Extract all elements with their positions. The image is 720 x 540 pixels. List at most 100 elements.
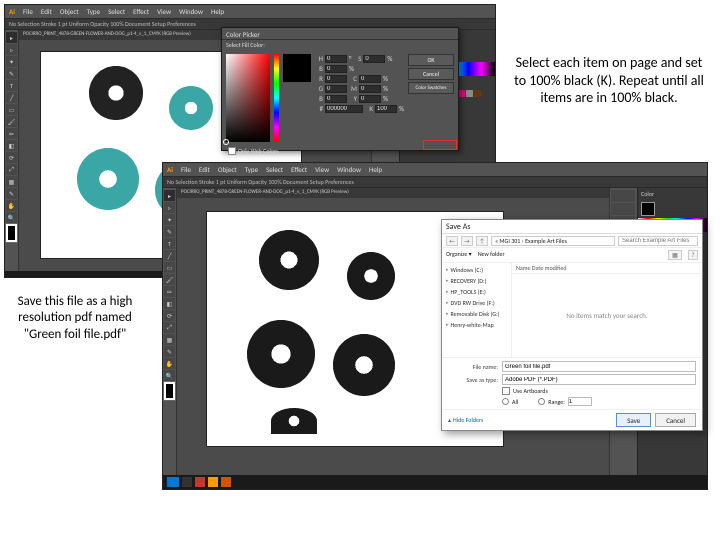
task-icon[interactable]: [195, 477, 205, 487]
panel-icon[interactable]: [611, 190, 635, 202]
menu-select[interactable]: Select: [108, 7, 125, 16]
eraser-tool[interactable]: ◧: [164, 298, 175, 309]
color-field[interactable]: [226, 54, 270, 142]
menu-file[interactable]: File: [23, 7, 33, 16]
sidebar-item[interactable]: ▸RECOVERY (D:): [444, 276, 509, 286]
menubar[interactable]: Ai File Edit Object Type Select Effect V…: [163, 163, 707, 176]
pencil-tool[interactable]: ✏: [164, 286, 175, 297]
picker-r-input[interactable]: [325, 75, 347, 83]
menu-effect[interactable]: Effect: [133, 7, 149, 16]
all-radio[interactable]: [502, 398, 509, 405]
menu-edit[interactable]: Edit: [41, 7, 52, 16]
flower-4[interactable]: [333, 334, 395, 396]
task-icon[interactable]: [182, 477, 192, 487]
range-input[interactable]: [568, 397, 592, 406]
menu-window[interactable]: Window: [179, 7, 203, 16]
new-folder-button[interactable]: New folder: [478, 250, 505, 260]
path-breadcrumb[interactable]: « MGI 301 › Example Art Files: [491, 236, 615, 246]
search-input[interactable]: [618, 236, 698, 246]
cancel-button[interactable]: Cancel: [655, 413, 696, 427]
eyedropper-tool[interactable]: ✎: [6, 188, 17, 199]
menu-effect[interactable]: Effect: [291, 165, 307, 174]
picker-ok-button[interactable]: OK: [408, 54, 454, 66]
picker-h-input[interactable]: [325, 55, 347, 63]
scale-tool[interactable]: ⤢: [164, 322, 175, 333]
sidebar-item[interactable]: ▸HP_TOOLS (E:): [444, 287, 509, 297]
folder-sidebar[interactable]: ▸Windows (C:) ▸RECOVERY (D:) ▸HP_TOOLS (…: [442, 263, 512, 357]
gradient-tool[interactable]: ▦: [164, 334, 175, 345]
zoom-tool[interactable]: 🔍: [6, 212, 17, 223]
direct-select-tool[interactable]: ▹: [6, 44, 17, 55]
menu-window[interactable]: Window: [337, 165, 361, 174]
flower-3[interactable]: [247, 320, 315, 388]
toolbox[interactable]: ▸ ▹ ✦ ✎ T ╱ ▭ 🖌 ✏ ◧ ⟳ ⤢ ▦ ✎ ✋ 🔍: [163, 188, 177, 489]
flower-teal-1[interactable]: [169, 86, 213, 130]
flower-5[interactable]: [271, 408, 317, 434]
panel-icon[interactable]: [611, 203, 635, 215]
task-icon[interactable]: [221, 477, 231, 487]
hue-slider[interactable]: [274, 54, 279, 142]
start-button[interactable]: [167, 477, 179, 487]
menu-object[interactable]: Object: [218, 165, 237, 174]
picker-g-input[interactable]: [325, 85, 347, 93]
wand-tool[interactable]: ✦: [6, 56, 17, 67]
fill-stroke[interactable]: [164, 382, 175, 400]
zoom-tool[interactable]: 🔍: [164, 370, 175, 381]
sidebar-item[interactable]: ▸DVD RW Drive (F:): [444, 298, 509, 308]
selection-tool[interactable]: ▸: [6, 32, 17, 43]
view-button[interactable]: ▦: [668, 250, 682, 260]
only-web-checkbox[interactable]: [228, 147, 236, 155]
hand-tool[interactable]: ✋: [164, 358, 175, 369]
savetype-select[interactable]: [502, 374, 696, 385]
wand-tool[interactable]: ✦: [164, 214, 175, 225]
menu-object[interactable]: Object: [60, 7, 79, 16]
filename-input[interactable]: [502, 361, 696, 372]
direct-select-tool[interactable]: ▹: [164, 202, 175, 213]
use-artboards-checkbox[interactable]: [502, 387, 510, 395]
toolbox[interactable]: ▸ ▹ ✦ ✎ T ╱ ▭ 🖌 ✏ ◧ ⟳ ⤢ ▦ ✎ ✋ 🔍: [5, 30, 19, 277]
fill-swatch[interactable]: [641, 202, 655, 216]
menu-file[interactable]: File: [181, 165, 191, 174]
menu-edit[interactable]: Edit: [199, 165, 210, 174]
picker-hex-input[interactable]: [325, 105, 363, 113]
pencil-tool[interactable]: ✏: [6, 128, 17, 139]
hide-folders-link[interactable]: ▴Hide Folders: [448, 413, 483, 427]
flower-black-1[interactable]: [89, 66, 143, 120]
line-tool[interactable]: ╱: [164, 250, 175, 261]
selection-tool[interactable]: ▸: [164, 190, 175, 201]
save-button[interactable]: Save: [616, 413, 651, 427]
nav-up-button[interactable]: ↑: [476, 236, 488, 246]
picker-y-input[interactable]: [359, 95, 381, 103]
picker-bb-input[interactable]: [325, 95, 347, 103]
picker-cancel-button[interactable]: Cancel: [408, 68, 454, 80]
sidebar-item[interactable]: ▸Removable Disk (G:): [444, 309, 509, 319]
menu-type[interactable]: Type: [87, 7, 100, 16]
hand-tool[interactable]: ✋: [6, 200, 17, 211]
control-bar[interactable]: No Selection Stroke 1 pt Uniform Opacity…: [163, 176, 707, 188]
sidebar-item[interactable]: ▸Windows (C:): [444, 265, 509, 275]
task-icon[interactable]: [208, 477, 218, 487]
picker-k-input[interactable]: [375, 105, 397, 113]
flower-teal-2[interactable]: [77, 148, 139, 210]
flower-2[interactable]: [347, 252, 395, 300]
rect-tool[interactable]: ▭: [6, 104, 17, 115]
document-tab[interactable]: POCIRRO_PRINT_4878-GREEN-FLOWER-AND-DOG_…: [177, 188, 609, 198]
pen-tool[interactable]: ✎: [6, 68, 17, 79]
type-tool[interactable]: T: [164, 238, 175, 249]
menu-help[interactable]: Help: [211, 7, 224, 16]
picker-m-input[interactable]: [359, 85, 381, 93]
menubar[interactable]: Ai File Edit Object Type Select Effect V…: [5, 5, 495, 18]
pen-tool[interactable]: ✎: [164, 226, 175, 237]
brush-tool[interactable]: 🖌: [164, 274, 175, 285]
nav-back-button[interactable]: ←: [446, 236, 458, 246]
picker-b-input[interactable]: [325, 65, 347, 73]
picker-s-input[interactable]: [363, 55, 385, 63]
menu-select[interactable]: Select: [266, 165, 283, 174]
menu-help[interactable]: Help: [369, 165, 382, 174]
range-radio[interactable]: [538, 398, 545, 405]
organize-button[interactable]: Organize ▾: [446, 250, 472, 260]
fill-stroke[interactable]: [6, 224, 17, 242]
list-header[interactable]: Name Date modified: [512, 263, 702, 274]
flower-1[interactable]: [259, 230, 319, 290]
menu-type[interactable]: Type: [245, 165, 258, 174]
